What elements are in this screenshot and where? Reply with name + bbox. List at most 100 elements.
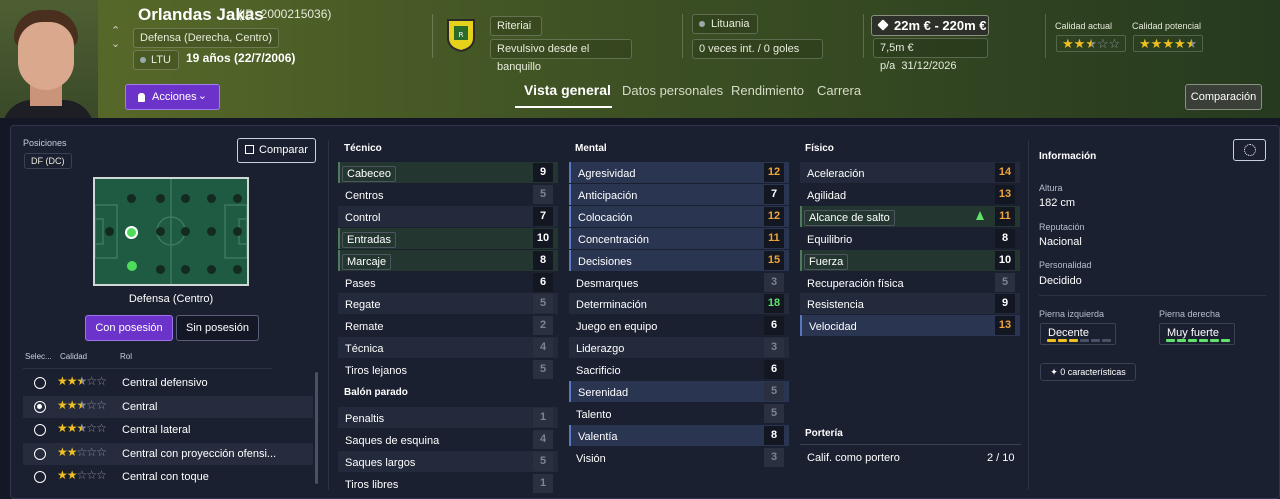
role-radio[interactable]: [34, 400, 46, 413]
role-row[interactable]: ★★★☆☆ Central lateral: [23, 419, 313, 441]
role-row[interactable]: ★★★☆☆ Central defensivo: [23, 372, 313, 394]
chevron-down-icon[interactable]: ⌄: [111, 37, 120, 50]
mental-header: Mental: [575, 143, 607, 154]
attribute-row[interactable]: Tiros lejanos 5: [338, 359, 558, 380]
tab-performance[interactable]: Rendimiento: [731, 83, 804, 98]
role-radio[interactable]: [34, 424, 46, 436]
attribute-row[interactable]: Visión 3: [569, 447, 789, 468]
attribute-row[interactable]: Colocación 12: [569, 205, 789, 227]
traits-button[interactable]: ✦ 0 características: [1040, 363, 1136, 381]
attribute-value: 9: [995, 294, 1015, 314]
position-dot[interactable]: [156, 194, 165, 203]
divider: [328, 140, 329, 490]
actions-button[interactable]: Acciones ⌄: [125, 84, 220, 110]
tab-personal[interactable]: Datos personales: [622, 83, 723, 98]
role-row[interactable]: ★★☆☆☆ Central con proyección ofensi...: [23, 442, 313, 465]
attribute-row[interactable]: Marcaje 8: [338, 249, 558, 271]
position-dot[interactable]: [181, 194, 190, 203]
role-column-header[interactable]: Rol: [120, 352, 132, 361]
compare-icon: [245, 145, 255, 154]
attribute-row[interactable]: Penaltis 1: [338, 407, 558, 428]
reputation-label: Reputación: [1039, 222, 1085, 232]
position-dot[interactable]: [207, 265, 216, 274]
attribute-row[interactable]: Valentía 8: [569, 424, 789, 446]
role-name: Central con proyección ofensi...: [122, 447, 277, 460]
attribute-row[interactable]: Velocidad 13: [800, 315, 1020, 337]
select-column-header[interactable]: Selec...: [25, 352, 52, 361]
attribute-row[interactable]: Equilibrio 8: [800, 228, 1020, 249]
attribute-row[interactable]: Recuperación física 5: [800, 272, 1020, 293]
attribute-row[interactable]: Remate 2: [338, 315, 558, 336]
attribute-row[interactable]: Agresividad 12: [569, 162, 789, 183]
position-dot[interactable]: [233, 227, 242, 236]
attribute-row[interactable]: Cabeceo 9: [338, 162, 558, 183]
goalkeeping-header: Portería: [805, 428, 843, 439]
attribute-row[interactable]: Aceleración 14: [800, 162, 1020, 183]
alt-position-dot[interactable]: [127, 261, 137, 271]
position-dot[interactable]: [127, 194, 136, 203]
club-name-box[interactable]: Riteriai: [490, 16, 542, 36]
physical-header: Físico: [805, 143, 834, 154]
role-radio[interactable]: [34, 377, 46, 389]
compare-button[interactable]: Comparar: [237, 138, 316, 163]
position-dot[interactable]: [156, 227, 165, 236]
foot-level-bar: [1047, 339, 1056, 342]
attribute-row[interactable]: Control 7: [338, 205, 558, 227]
attribute-row[interactable]: Sacrificio 6: [569, 359, 789, 380]
attribute-row[interactable]: Tiros libres 1: [338, 473, 558, 494]
role-row[interactable]: ★★☆☆☆ Central con toque: [23, 466, 313, 488]
position-dot[interactable]: [233, 194, 242, 203]
foot-level-bar: [1210, 339, 1219, 342]
role-radio[interactable]: [34, 447, 46, 460]
attribute-row[interactable]: Liderazgo 3: [569, 337, 789, 359]
position-dot[interactable]: [233, 265, 242, 274]
attribute-row[interactable]: Regate 5: [338, 293, 558, 315]
role-radio[interactable]: [34, 471, 46, 483]
attribute-row[interactable]: Decisiones 15: [569, 249, 789, 271]
attribute-value: 13: [995, 316, 1015, 336]
chevron-up-icon[interactable]: ⌃: [111, 24, 120, 37]
role-row[interactable]: ★★★☆☆ Central: [23, 395, 313, 418]
position-pitch[interactable]: [93, 177, 249, 286]
position-dot[interactable]: [207, 194, 216, 203]
attribute-row[interactable]: Juego en equipo 6: [569, 315, 789, 336]
attribute-name: Resistencia: [807, 299, 864, 312]
attribute-row[interactable]: Fuerza 10: [800, 249, 1020, 271]
tab-overview[interactable]: Vista general: [524, 82, 611, 98]
attribute-name: Tiros lejanos: [345, 365, 407, 378]
roles-scrollbar[interactable]: [315, 372, 318, 484]
attribute-row[interactable]: Concentración 11: [569, 227, 789, 249]
nation-box[interactable]: Lituania: [692, 14, 758, 34]
attribute-row[interactable]: Agilidad 13: [800, 184, 1020, 205]
attribute-row[interactable]: Anticipación 7: [569, 183, 789, 205]
attribute-row[interactable]: Alcance de salto 11: [800, 205, 1020, 227]
attribute-row[interactable]: Entradas 10: [338, 227, 558, 249]
attribute-row[interactable]: Técnica 4: [338, 337, 558, 359]
out-of-possession-button[interactable]: Sin posesión: [176, 315, 259, 341]
tab-career[interactable]: Carrera: [817, 83, 861, 98]
position-dot[interactable]: [105, 227, 114, 236]
attribute-row[interactable]: Centros 5: [338, 184, 558, 205]
position-dot[interactable]: [156, 265, 165, 274]
position-dot[interactable]: [181, 265, 190, 274]
profile-view-button[interactable]: [1233, 139, 1266, 161]
attribute-name: Liderazgo: [576, 343, 625, 356]
attribute-row[interactable]: Pases 6: [338, 272, 558, 293]
selected-position-dot[interactable]: [125, 226, 138, 239]
player-photo: [0, 0, 98, 118]
attribute-row[interactable]: Saques largos 5: [338, 450, 558, 472]
attribute-row[interactable]: Serenidad 5: [569, 381, 789, 402]
attribute-row[interactable]: Saques de esquina 4: [338, 429, 558, 450]
attribute-row[interactable]: Resistencia 9: [800, 293, 1020, 315]
quality-column-header[interactable]: Calidad: [60, 352, 87, 361]
nation-code: LTU: [151, 54, 171, 66]
nation-name: Lituania: [711, 18, 750, 30]
info-header: Información: [1039, 151, 1097, 162]
in-possession-button[interactable]: Con posesión: [85, 315, 173, 341]
comparison-button[interactable]: Comparación: [1185, 84, 1262, 110]
position-dot[interactable]: [181, 227, 190, 236]
attribute-row[interactable]: Desmarques 3: [569, 272, 789, 293]
attribute-row[interactable]: Talento 5: [569, 403, 789, 424]
position-dot[interactable]: [207, 227, 216, 236]
attribute-row[interactable]: Determinación 18: [569, 293, 789, 315]
